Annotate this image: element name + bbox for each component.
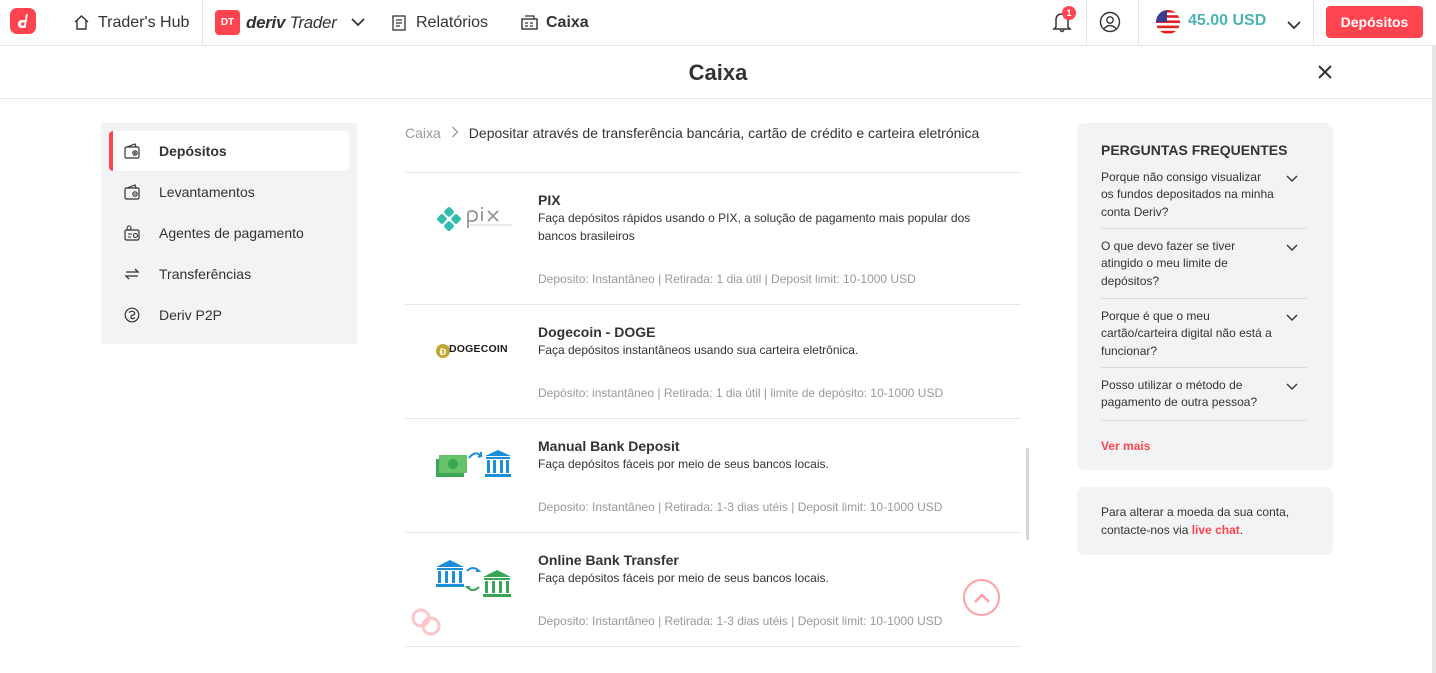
breadcrumb-root-link[interactable]: Caixa <box>405 125 441 141</box>
faq-question-text: Posso utilizar o método de pagamento de … <box>1101 378 1258 410</box>
currency-change-note: Para alterar a moeda da sua conta, conta… <box>1077 487 1333 555</box>
live-chat-link[interactable]: live chat <box>1192 523 1240 537</box>
payment-agent-icon <box>123 224 141 242</box>
traders-hub-link[interactable]: Trader's Hub <box>72 0 189 45</box>
dogecoin-logo-text: DOGECOIN <box>449 343 508 355</box>
cashier-side-menu: Depósitos Levantamentos Agentes de pagam… <box>101 123 357 344</box>
faq-question[interactable]: Posso utilizar o método de pagamento de … <box>1101 377 1307 421</box>
deposit-method-online-bank-transfer[interactable]: Online Bank Transfer Faça depósitos fáce… <box>405 533 1021 647</box>
cash-to-bank-icon <box>435 445 515 485</box>
faq-question-text: Porque é que o meu cartão/carteira digit… <box>1101 309 1272 358</box>
method-meta: Deposito: Instantâneo | Retirada: 1-3 di… <box>538 614 943 628</box>
svg-text:Ð: Ð <box>440 347 447 357</box>
home-icon <box>72 14 90 32</box>
wallet-deposit-icon <box>123 142 141 160</box>
method-meta: Deposito: Instantâneo | Retirada: 1 dia … <box>538 272 916 286</box>
reports-icon <box>390 14 408 32</box>
chevron-down-icon[interactable] <box>1287 17 1301 35</box>
deposit-methods-list: PIX Faça depósitos rápidos usando o PIX,… <box>405 172 1021 673</box>
method-title: PIX <box>538 192 561 208</box>
method-title: Manual Bank Deposit <box>538 438 680 454</box>
cashier-label: Caixa <box>546 13 589 31</box>
dtrader-badge: DT <box>215 10 240 35</box>
chevron-down-icon <box>350 18 365 27</box>
page-scrollbar-track[interactable] <box>1432 46 1436 673</box>
transfer-arrows-icon <box>123 265 141 283</box>
faq-title: PERGUNTAS FREQUENTES <box>1101 142 1288 158</box>
breadcrumb: Caixa Depositar através de transferência… <box>405 125 979 141</box>
chevron-up-icon <box>973 592 990 603</box>
bank-to-bank-icon <box>435 559 515 599</box>
faq-panel: PERGUNTAS FREQUENTES Porque não consigo … <box>1077 123 1333 470</box>
sidebar-item-transfers[interactable]: Transferências <box>109 254 349 294</box>
method-meta: Depósito: instantâneo | Retirada: 1 dia … <box>538 386 944 400</box>
p2p-icon <box>123 306 141 324</box>
close-icon[interactable] <box>1314 61 1336 83</box>
pix-logo <box>435 199 515 239</box>
sidebar-item-label: Transferências <box>159 266 252 282</box>
method-title: Dogecoin - DOGE <box>538 324 656 340</box>
deposit-method-dogecoin[interactable]: Ð DOGECOIN Dogecoin - DOGE Faça depósito… <box>405 305 1021 419</box>
notification-count-badge: 1 <box>1062 6 1076 20</box>
list-scrollbar-thumb[interactable] <box>1026 448 1029 540</box>
method-meta: Deposito: Instantâneo | Retirada: 1-3 di… <box>538 500 943 514</box>
cashier-link[interactable]: Caixa <box>520 0 589 45</box>
breadcrumb-current: Depositar através de transferência bancá… <box>468 125 980 141</box>
app-brand: deriv Trader <box>246 13 337 33</box>
chevron-down-icon <box>1286 244 1298 251</box>
method-description: Faça depósitos fáceis por meio de seus b… <box>538 457 829 471</box>
us-flag-icon[interactable] <box>1156 10 1180 39</box>
cashier-icon <box>520 14 538 32</box>
sidebar-item-label: Agentes de pagamento <box>159 225 304 241</box>
chevron-right-icon <box>451 125 459 141</box>
sidebar-item-label: Depósitos <box>159 143 227 159</box>
nav-divider <box>202 0 203 45</box>
brand-bold: deriv <box>246 12 286 32</box>
faq-question-text: O que devo fazer se tiver atingido o meu… <box>1101 239 1236 288</box>
top-bar: Trader's Hub DT deriv Trader Relatórios … <box>0 0 1436 46</box>
account-balance[interactable]: 45.00 USD <box>1188 12 1266 30</box>
method-description: Faça depósitos instantâneos usando sua c… <box>538 343 859 357</box>
faq-question[interactable]: Porque é que o meu cartão/carteira digit… <box>1101 308 1307 368</box>
nav-divider <box>1313 0 1314 45</box>
faq-question[interactable]: O que devo fazer se tiver atingido o meu… <box>1101 238 1307 299</box>
deposit-method-manual-bank-deposit[interactable]: Manual Bank Deposit Faça depósitos fácei… <box>405 419 1021 533</box>
nav-divider <box>1086 0 1087 45</box>
method-description: Faça depósitos rápidos usando o PIX, a s… <box>538 211 971 243</box>
reports-link[interactable]: Relatórios <box>390 0 488 45</box>
faq-question-text: Porque não consigo visualizar os fundos … <box>1101 170 1274 219</box>
deposit-method-pix[interactable]: PIX Faça depósitos rápidos usando o PIX,… <box>405 173 1021 305</box>
faq-question[interactable]: Porque não consigo visualizar os fundos … <box>1101 169 1307 229</box>
method-title: Online Bank Transfer <box>538 552 679 568</box>
note-text: Para alterar a moeda da sua conta, conta… <box>1101 503 1316 539</box>
sidebar-item-deriv-p2p[interactable]: Deriv P2P <box>109 295 349 335</box>
sidebar-item-deposits[interactable]: Depósitos <box>109 131 349 171</box>
page-title: Caixa <box>688 60 748 85</box>
wallet-withdraw-icon <box>123 183 141 201</box>
nav-divider <box>1138 0 1139 45</box>
traders-hub-label: Trader's Hub <box>98 13 190 31</box>
account-icon[interactable] <box>1099 11 1121 38</box>
reports-label: Relatórios <box>416 13 489 31</box>
p2p-floating-icon[interactable] <box>409 605 443 639</box>
dogecoin-logo: Ð DOGECOIN <box>435 331 515 371</box>
note-text-after: . <box>1239 523 1244 537</box>
sidebar-item-payment-agents[interactable]: Agentes de pagamento <box>109 213 349 253</box>
faq-see-more-link[interactable]: Ver mais <box>1101 439 1150 453</box>
sidebar-item-label: Deriv P2P <box>159 307 223 323</box>
chevron-down-icon <box>1286 175 1298 182</box>
deposit-button[interactable]: Depósitos <box>1326 6 1423 38</box>
chevron-down-icon <box>1286 314 1298 321</box>
app-switcher[interactable]: DT deriv Trader <box>215 0 365 45</box>
brand-rest: Trader <box>285 12 337 32</box>
sidebar-item-label: Levantamentos <box>159 184 255 200</box>
scroll-to-top-button[interactable] <box>963 579 1000 616</box>
method-description: Faça depósitos fáceis por meio de seus b… <box>538 571 829 585</box>
sidebar-item-withdrawals[interactable]: Levantamentos <box>109 172 349 212</box>
chevron-down-icon <box>1286 383 1298 390</box>
page-header: Caixa <box>0 46 1436 99</box>
deriv-logo-icon[interactable] <box>10 8 36 34</box>
